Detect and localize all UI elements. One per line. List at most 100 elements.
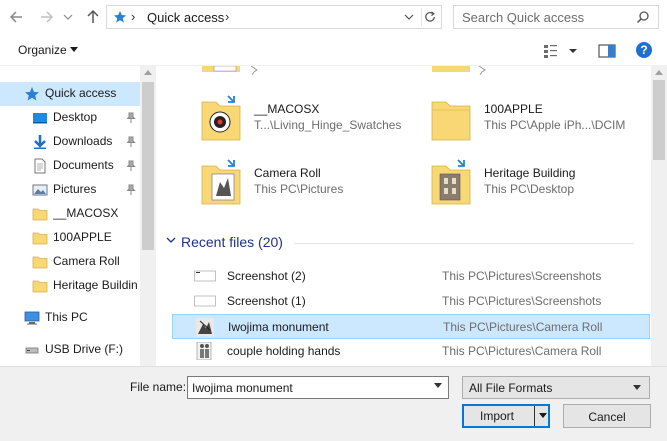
search-placeholder: Search Quick access <box>462 10 585 25</box>
recent-files-header[interactable]: Recent files (20) <box>181 234 283 250</box>
file-name-input[interactable] <box>187 376 449 399</box>
cancel-button-label: Cancel <box>588 410 626 424</box>
sidebar-item-label: Desktop <box>53 110 98 124</box>
folder-icon <box>32 232 48 245</box>
content-scrollbar[interactable] <box>651 66 667 366</box>
import-button[interactable]: Import <box>462 404 550 428</box>
image-thumbnail-icon <box>194 295 216 307</box>
folder-icon <box>32 208 48 221</box>
list-item-iwojima-monument[interactable]: Iwojima monument This PC\Pictures\Camera… <box>172 314 650 339</box>
download-icon <box>34 135 46 149</box>
folder-path: This PC\Desktop <box>484 182 575 196</box>
sidebar-item-label: Heritage Buildin <box>53 278 138 292</box>
sidebar-item-downloads[interactable]: Downloads <box>0 130 140 154</box>
sidebar-item-desktop[interactable]: Desktop <box>0 106 140 130</box>
sidebar-item-label: 100APPLE <box>53 230 112 244</box>
file-path: This PC\Pictures\Camera Roll <box>443 320 603 334</box>
search-icon[interactable] <box>636 10 650 24</box>
breadcrumb-separator[interactable]: › <box>131 9 135 24</box>
address-history-chevron-icon[interactable] <box>401 9 417 25</box>
sidebar-item-label: Downloads <box>53 134 113 148</box>
forward-arrow-icon[interactable] <box>36 7 58 27</box>
sidebar-item-pictures[interactable]: Pictures <box>0 178 140 202</box>
file-type-select[interactable]: All File Formats <box>462 376 650 399</box>
file-name-chevron-icon[interactable] <box>434 383 442 388</box>
change-view-icon[interactable] <box>543 43 579 59</box>
image-thumbnail-icon <box>196 342 212 360</box>
sidebar-item-camera-roll[interactable]: Camera Roll <box>0 250 140 274</box>
scrollbar-thumb[interactable] <box>142 82 154 250</box>
address-bar[interactable]: › Quick access › <box>106 5 442 29</box>
file-name: Iwojima monument <box>228 320 329 334</box>
folder-icon <box>432 66 470 72</box>
list-item-screenshot-2[interactable]: Screenshot (2) This PC\Pictures\Screensh… <box>172 264 650 289</box>
sidebar-item-label: Camera Roll <box>53 254 120 268</box>
breadcrumb-separator[interactable]: › <box>225 9 229 24</box>
frequent-folder-100apple[interactable]: 100APPLE This PC\Apple iPh...\DCIM <box>430 94 650 154</box>
desktop-icon <box>33 113 47 124</box>
pin-icon <box>250 66 258 76</box>
sidebar-item-label: This PC <box>45 310 88 324</box>
sidebar-item-this-pc[interactable]: This PC <box>0 306 140 330</box>
frequent-folder-macosx[interactable]: __MACOSX T...\Living_Hinge_Swatches <box>200 94 420 154</box>
frequent-folder-camera-roll[interactable]: Camera Roll This PC\Pictures <box>200 158 420 218</box>
sidebar-item-label: USB Drive (F:) <box>45 342 123 356</box>
folder-icon <box>32 280 48 293</box>
organize-chevron-icon[interactable] <box>70 47 78 52</box>
preview-pane-icon[interactable] <box>598 43 616 59</box>
sidebar-item-quick-access[interactable]: Quick access <box>0 82 140 106</box>
command-bar: Organize ? <box>0 35 667 66</box>
list-item-screenshot-1[interactable]: Screenshot (1) This PC\Pictures\Screensh… <box>172 289 650 314</box>
folder-path: T...\Living_Hinge_Swatches <box>254 118 402 132</box>
navigation-pane: Quick access Desktop Downloads Documents <box>0 66 156 366</box>
help-icon[interactable]: ? <box>636 42 652 58</box>
search-input[interactable]: Search Quick access <box>453 5 659 29</box>
pin-icon <box>126 112 136 123</box>
folder-name: __MACOSX <box>254 102 320 116</box>
cancel-button[interactable]: Cancel <box>563 404 651 428</box>
chevron-down-icon <box>633 385 641 390</box>
pin-icon <box>126 136 136 147</box>
sidebar-item-heritage-building[interactable]: Heritage Buildin <box>0 274 140 298</box>
file-list: __MACOSX T...\Living_Hinge_Swatches 100A… <box>156 66 651 366</box>
sidebar-item-label: __MACOSX <box>53 206 119 220</box>
quick-access-star-icon <box>114 11 126 23</box>
back-arrow-icon[interactable] <box>6 7 28 27</box>
folder-path: This PC\Apple iPh...\DCIM <box>484 118 626 132</box>
folder-path: This PC\Pictures <box>254 182 344 196</box>
file-path: This PC\Pictures\Camera Roll <box>442 344 602 358</box>
breadcrumb-location[interactable]: Quick access <box>147 10 224 25</box>
split-divider <box>534 406 535 426</box>
sidebar-item-usb-drive[interactable]: USB Drive (F:) <box>0 338 140 362</box>
sidebar-item-label: Quick access <box>45 86 117 100</box>
folder-icon <box>32 256 48 269</box>
folder-icon <box>431 159 471 205</box>
documents-icon <box>34 158 46 174</box>
scroll-up-arrow-icon[interactable] <box>655 70 663 75</box>
file-path: This PC\Pictures\Screenshots <box>442 269 602 283</box>
frequent-folder-heritage-building[interactable]: Heritage Building This PC\Desktop <box>430 158 650 218</box>
nav-scrollbar[interactable] <box>140 66 156 366</box>
address-row: › Quick access › Search Quick access <box>0 0 667 35</box>
recent-locations-chevron-icon[interactable] <box>62 7 74 27</box>
refresh-icon[interactable] <box>421 8 439 26</box>
scroll-up-arrow-icon[interactable] <box>144 70 152 75</box>
organize-button[interactable]: Organize <box>18 43 67 57</box>
folder-name: Camera Roll <box>254 166 321 180</box>
scrollbar-thumb[interactable] <box>653 80 665 160</box>
dialog-footer: File name: All File Formats Import Cance… <box>0 366 667 441</box>
computer-icon <box>24 311 40 325</box>
list-item-couple-holding-hands[interactable]: couple holding hands This PC\Pictures\Ca… <box>172 339 650 364</box>
import-options-chevron-icon[interactable] <box>539 413 547 418</box>
star-icon <box>25 87 39 101</box>
folder-name: Heritage Building <box>484 166 576 180</box>
sidebar-item-documents[interactable]: Documents <box>0 154 140 178</box>
folder-icon <box>201 159 241 205</box>
sidebar-item-label: Documents <box>53 158 114 172</box>
up-arrow-icon[interactable] <box>82 7 104 27</box>
sidebar-item-100apple[interactable]: 100APPLE <box>0 226 140 250</box>
sidebar-item-macosx[interactable]: __MACOSX <box>0 202 140 226</box>
image-thumbnail-icon <box>196 318 214 336</box>
usb-drive-icon <box>25 347 39 354</box>
collapse-chevron-icon[interactable] <box>166 235 176 245</box>
